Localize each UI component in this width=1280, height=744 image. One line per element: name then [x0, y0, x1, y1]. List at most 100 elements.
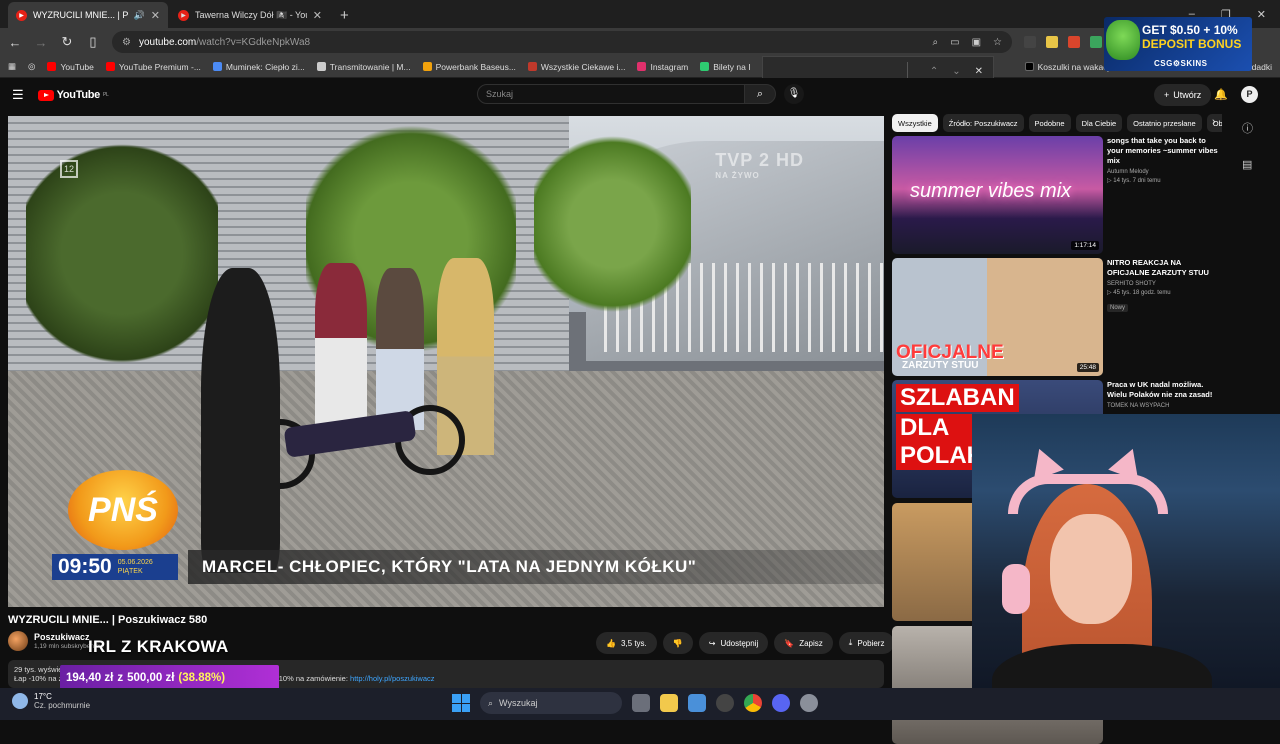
voice-search-button[interactable]: 🎙 [784, 84, 804, 104]
menu-icon[interactable]: ☰ [12, 87, 24, 103]
shop-icon [527, 62, 537, 71]
chip-source[interactable]: Źródło: Poszukiwacz [942, 114, 1024, 132]
recommendation-item[interactable]: summer vibes mix 1:17:14 songs that take… [892, 136, 1222, 254]
bookmark-item[interactable]: Wszystkie Ciekawe i... [527, 62, 625, 72]
browser-tab[interactable]: ▶ Tawerna Wilczy Dół 🏴‍☠️ - YouTube ✕ [170, 2, 330, 28]
thumbnail-text: SZLABAN [896, 384, 1019, 412]
dislike-button[interactable]: 👎 [662, 632, 693, 654]
recommendation-channel[interactable]: SERHITO SHOTY [1107, 281, 1219, 287]
youtube-icon [47, 62, 57, 71]
reload-icon[interactable]: ↻ [60, 34, 74, 50]
like-button[interactable]: 👍 3,5 tys. [596, 632, 657, 654]
search-button[interactable]: ⌕ [744, 84, 776, 104]
instagram-icon [637, 62, 647, 71]
find-previous-icon[interactable]: ⌃ [930, 66, 938, 77]
recommendation-title[interactable]: songs that take you back to your memorie… [1107, 136, 1219, 166]
bookmark-item[interactable]: Bilety na I [700, 62, 751, 72]
thumbnail-text: ZARZUTY STUU [902, 360, 979, 371]
apps-grid-icon[interactable]: ▦ [8, 61, 16, 72]
save-button[interactable]: 🔖 Zapisz [774, 632, 833, 654]
store-icon[interactable] [688, 694, 706, 712]
settings-icon[interactable] [800, 694, 818, 712]
streamer-webcam [972, 414, 1280, 720]
chip-recent[interactable]: Ostatnio przesłane [1127, 114, 1202, 132]
back-icon[interactable]: ← [8, 35, 22, 50]
bookmark-icon[interactable]: ◎ [28, 61, 35, 72]
chip-for-you[interactable]: Dla Ciebie [1075, 114, 1123, 132]
forward-icon[interactable]: → [34, 35, 48, 50]
recommendation-channel[interactable]: Autumn Melody [1107, 169, 1219, 175]
extension-icon[interactable] [1046, 36, 1058, 48]
file-explorer-icon[interactable] [660, 694, 678, 712]
mascot-icon [1106, 20, 1140, 60]
recommendation-title[interactable]: NITRO REAKCJA NA OFICJALNE ZARZUTY STUU [1107, 258, 1219, 278]
app-icon[interactable] [716, 694, 734, 712]
extension-icon[interactable] [1090, 36, 1102, 48]
weather-widget[interactable]: 17°C Cz. pochmurnie [12, 692, 90, 710]
site-info-icon[interactable]: ⚙ [122, 37, 131, 48]
chip-similar[interactable]: Podobne [1028, 114, 1071, 132]
save-icon: 🔖 [784, 638, 795, 648]
account-avatar[interactable]: P [1241, 86, 1258, 103]
windows-start-icon[interactable] [452, 694, 470, 712]
close-tab-icon[interactable]: ✕ [313, 9, 322, 22]
bookmark-item[interactable]: Muminek: Ciepło zi... [212, 62, 305, 72]
description-link[interactable]: http://holy.pl/poszukiwacz [350, 674, 435, 683]
youtube-icon [105, 62, 115, 71]
find-close-icon[interactable]: ✕ [975, 66, 983, 77]
youtube-logo[interactable]: YouTube PL [37, 89, 109, 101]
download-label: Pobierz [857, 638, 885, 648]
search-input[interactable]: Szukaj [477, 84, 745, 104]
search-icon: ⌕ [488, 697, 494, 708]
bookmark-item[interactable]: Powerbank Baseus... [422, 62, 516, 72]
chat-icon[interactable]: ▤ [1242, 158, 1253, 171]
find-next-icon[interactable]: ⌄ [952, 66, 960, 77]
task-view-icon[interactable] [632, 694, 650, 712]
close-tab-icon[interactable]: ✕ [151, 9, 160, 22]
discord-icon[interactable] [772, 694, 790, 712]
duration-badge: 25:48 [1076, 363, 1099, 372]
address-bar[interactable]: ⚙ youtube.com/watch?v=KGdkeNpkWa8 ⌕ ▭ ▣ … [112, 31, 1012, 53]
bookmark-item[interactable]: Transmitowanie | M... [316, 62, 411, 72]
recommendation-item[interactable]: OFICJALNE ZARZUTY STUU 25:48 NITRO REAKC… [892, 258, 1222, 376]
bookmark-star-icon[interactable]: ☆ [993, 37, 1002, 48]
video-player[interactable]: TVP 2 HD NA ŻYWO 12 PNŚ 09:50 05.06.2026 … [8, 116, 884, 607]
chip-all[interactable]: Wszystkie [892, 114, 938, 132]
browser-tab-bar: ▶ WYZRUCILI MNIE... | Poszuki 🔊 ✕ ▶ Tawe… [0, 0, 1280, 28]
windows-taskbar: 17°C Cz. pochmurnie ⌕ Wyszukaj [0, 688, 1280, 720]
show-logo: PNŚ [68, 470, 178, 550]
download-button[interactable]: ⤓ Pobierz [838, 632, 895, 654]
browser-tab-active[interactable]: ▶ WYZRUCILI MNIE... | Poszuki 🔊 ✕ [8, 2, 168, 28]
extension-icon[interactable] [1024, 36, 1036, 48]
notifications-bell-icon[interactable]: 🔔 [1214, 88, 1228, 101]
close-window-button[interactable]: ✕ [1257, 8, 1266, 21]
headset-band [1008, 474, 1168, 514]
video-thumbnail[interactable]: OFICJALNE ZARZUTY STUU 25:48 [892, 258, 1103, 376]
taskbar-search[interactable]: ⌕ Wyszukaj [480, 692, 622, 714]
bookmark-item[interactable]: YouTube Premium -... [105, 62, 201, 72]
create-button[interactable]: + Utwórz [1154, 84, 1212, 106]
bookmark-item[interactable]: Instagram [637, 62, 688, 72]
new-badge: Nowy [1107, 304, 1129, 312]
tv-time: 09:50 [58, 555, 112, 578]
refresh-icon [316, 62, 326, 71]
cast-icon[interactable]: ▭ [950, 37, 959, 48]
info-icon[interactable]: ⓘ [1242, 120, 1253, 136]
install-icon[interactable]: ▣ [972, 37, 981, 48]
share-button[interactable]: ↪ Udostępnij [698, 632, 769, 654]
sidebar-icon[interactable]: ▯ [86, 34, 100, 50]
stream-overlay-title: IRL Z KRAKOWA [88, 637, 229, 656]
chevron-right-icon[interactable]: › [1212, 116, 1216, 128]
bookmark-item[interactable]: YouTube [47, 62, 94, 72]
zoom-icon[interactable]: ⌕ [933, 37, 939, 48]
youtube-favicon-icon: ▶ [16, 9, 27, 21]
new-tab-button[interactable]: + [332, 2, 357, 28]
recommendation-channel[interactable]: TOMEK NA WSYPACH [1107, 403, 1219, 409]
bookmark-item[interactable]: dadki [1252, 62, 1272, 72]
speaker-icon[interactable]: 🔊 [134, 10, 145, 21]
recommendation-title[interactable]: Praca w UK nadal możliwa. Wielu Polaków … [1107, 380, 1219, 400]
channel-avatar[interactable] [8, 631, 28, 651]
chrome-icon[interactable] [744, 694, 762, 712]
video-thumbnail[interactable]: summer vibes mix 1:17:14 [892, 136, 1103, 254]
extension-icon[interactable] [1068, 36, 1080, 48]
